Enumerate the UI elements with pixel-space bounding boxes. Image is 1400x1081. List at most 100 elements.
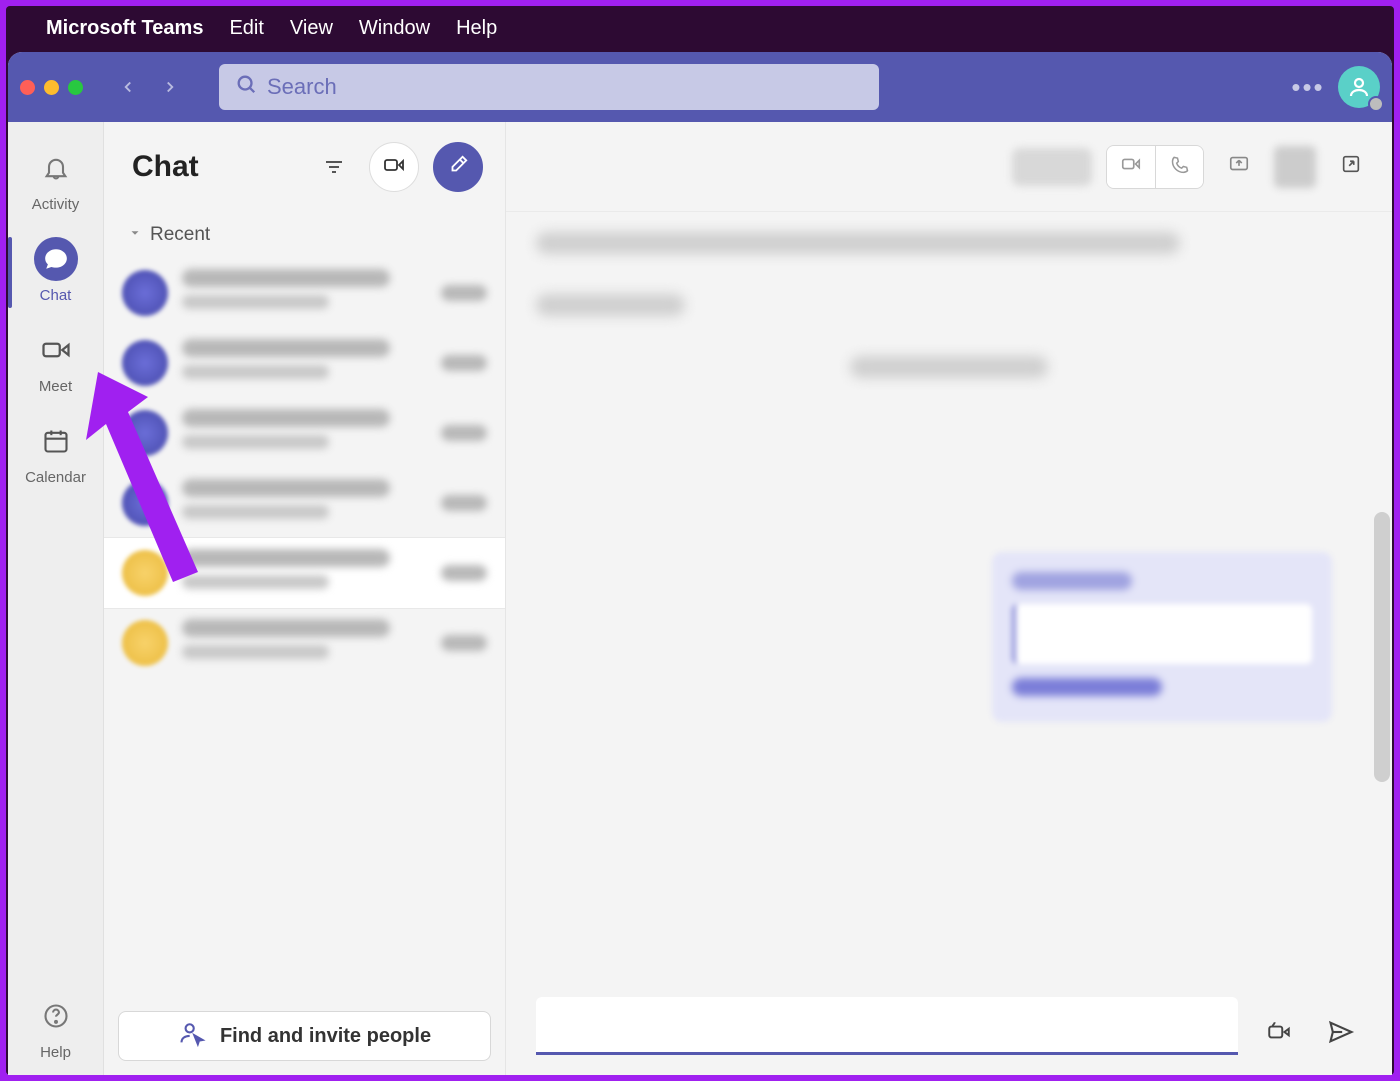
chat-item-text bbox=[182, 269, 427, 317]
invite-label: Find and invite people bbox=[220, 1025, 431, 1048]
rail-item-help[interactable]: Help bbox=[14, 984, 98, 1075]
rail-item-meet[interactable]: Meet bbox=[14, 318, 98, 409]
rail-item-activity[interactable]: Activity bbox=[14, 136, 98, 227]
chat-list-item[interactable] bbox=[104, 608, 505, 678]
presence-status-icon bbox=[1368, 96, 1384, 112]
chat-item-text bbox=[182, 409, 427, 457]
meet-now-button[interactable] bbox=[369, 142, 419, 192]
chat-item-timestamp bbox=[441, 285, 487, 301]
menubar-item-view[interactable]: View bbox=[290, 17, 333, 40]
teams-body: Activity Chat Meet bbox=[8, 122, 1392, 1075]
chat-item-text bbox=[182, 479, 427, 527]
conversation-header bbox=[506, 122, 1392, 212]
search-icon bbox=[235, 73, 257, 101]
teams-topbar: ••• bbox=[8, 52, 1392, 122]
bell-icon bbox=[34, 146, 78, 190]
call-button-group bbox=[1106, 145, 1204, 189]
menubar-item-help[interactable]: Help bbox=[456, 17, 497, 40]
window-zoom-button[interactable] bbox=[68, 80, 83, 95]
calendar-icon bbox=[34, 419, 78, 463]
tutorial-frame: Microsoft Teams Edit View Window Help bbox=[0, 0, 1400, 1081]
phone-icon bbox=[1170, 154, 1190, 179]
audio-call-button[interactable] bbox=[1155, 146, 1203, 188]
video-call-button[interactable] bbox=[1107, 146, 1155, 188]
chat-pane-title: Chat bbox=[132, 150, 299, 184]
filter-button[interactable] bbox=[313, 146, 355, 188]
new-chat-button[interactable] bbox=[433, 142, 483, 192]
chat-item-timestamp bbox=[441, 355, 487, 371]
app-rail: Activity Chat Meet bbox=[8, 122, 104, 1075]
chat-item-avatar bbox=[122, 410, 168, 456]
conversation-messages[interactable] bbox=[506, 212, 1392, 965]
rail-label-chat: Chat bbox=[40, 287, 72, 304]
blurred-sent-message bbox=[992, 552, 1332, 722]
window-traffic-lights bbox=[20, 80, 83, 95]
chat-list-pane: Chat bbox=[104, 122, 506, 1075]
messages-scrollbar[interactable] bbox=[1374, 512, 1390, 782]
share-screen-icon bbox=[1228, 153, 1250, 180]
chat-list-item[interactable] bbox=[104, 328, 505, 398]
search-box[interactable] bbox=[219, 64, 879, 110]
menubar-item-edit[interactable]: Edit bbox=[229, 17, 263, 40]
teams-window: ••• Activity Chat bbox=[8, 52, 1392, 1075]
chat-item-timestamp bbox=[441, 635, 487, 651]
chat-item-avatar bbox=[122, 550, 168, 596]
chat-list-item[interactable] bbox=[104, 398, 505, 468]
rail-item-chat[interactable]: Chat bbox=[14, 227, 98, 318]
chat-item-timestamp bbox=[441, 425, 487, 441]
chat-list[interactable] bbox=[104, 258, 505, 997]
share-screen-button[interactable] bbox=[1218, 146, 1260, 188]
chat-item-text bbox=[182, 549, 427, 597]
help-icon bbox=[34, 994, 78, 1038]
menubar-item-window[interactable]: Window bbox=[359, 17, 430, 40]
nav-forward-button[interactable] bbox=[153, 70, 187, 104]
recent-section-toggle[interactable]: Recent bbox=[104, 212, 505, 258]
chat-item-avatar bbox=[122, 270, 168, 316]
message-compose-bar bbox=[506, 965, 1392, 1075]
chat-item-avatar bbox=[122, 480, 168, 526]
chat-item-avatar bbox=[122, 620, 168, 666]
menubar-app-name[interactable]: Microsoft Teams bbox=[46, 17, 203, 40]
rail-label-help: Help bbox=[40, 1044, 71, 1061]
chat-item-text bbox=[182, 339, 427, 387]
search-input[interactable] bbox=[267, 74, 863, 100]
chat-list-item[interactable] bbox=[104, 258, 505, 328]
popout-button[interactable] bbox=[1330, 146, 1372, 188]
video-icon bbox=[382, 153, 406, 182]
video-icon bbox=[1120, 153, 1142, 180]
rail-label-meet: Meet bbox=[39, 378, 72, 395]
blurred-participant-name bbox=[1012, 148, 1092, 186]
chat-item-avatar bbox=[122, 340, 168, 386]
chat-list-header: Chat bbox=[104, 122, 505, 212]
conversation-pane bbox=[506, 122, 1392, 1075]
chat-list-item[interactable] bbox=[104, 538, 505, 608]
window-close-button[interactable] bbox=[20, 80, 35, 95]
find-invite-people-button[interactable]: Find and invite people bbox=[118, 1011, 491, 1061]
mac-menubar: Microsoft Teams Edit View Window Help bbox=[6, 6, 1394, 50]
invite-people-icon bbox=[178, 1019, 206, 1053]
desktop-window: Microsoft Teams Edit View Window Help bbox=[6, 6, 1394, 1075]
rail-item-calendar[interactable]: Calendar bbox=[14, 409, 98, 500]
chat-item-text bbox=[182, 619, 427, 667]
send-button[interactable] bbox=[1320, 1013, 1362, 1055]
history-nav bbox=[111, 70, 187, 104]
rail-label-calendar: Calendar bbox=[25, 469, 86, 486]
video-clip-icon bbox=[1266, 1019, 1292, 1050]
send-icon bbox=[1327, 1018, 1355, 1051]
chat-list-item[interactable] bbox=[104, 468, 505, 538]
more-options-button[interactable]: ••• bbox=[1288, 67, 1328, 107]
message-input[interactable] bbox=[536, 997, 1238, 1055]
chat-icon bbox=[34, 237, 78, 281]
chat-item-timestamp bbox=[441, 495, 487, 511]
nav-back-button[interactable] bbox=[111, 70, 145, 104]
video-clip-button[interactable] bbox=[1258, 1013, 1300, 1055]
recent-section-label: Recent bbox=[150, 224, 210, 246]
window-minimize-button[interactable] bbox=[44, 80, 59, 95]
profile-avatar-button[interactable] bbox=[1338, 66, 1380, 108]
compose-icon bbox=[447, 154, 469, 181]
chevron-down-icon bbox=[128, 224, 142, 246]
blurred-header-control bbox=[1274, 146, 1316, 188]
rail-label-activity: Activity bbox=[32, 196, 80, 213]
chat-item-timestamp bbox=[441, 565, 487, 581]
popout-icon bbox=[1340, 153, 1362, 180]
